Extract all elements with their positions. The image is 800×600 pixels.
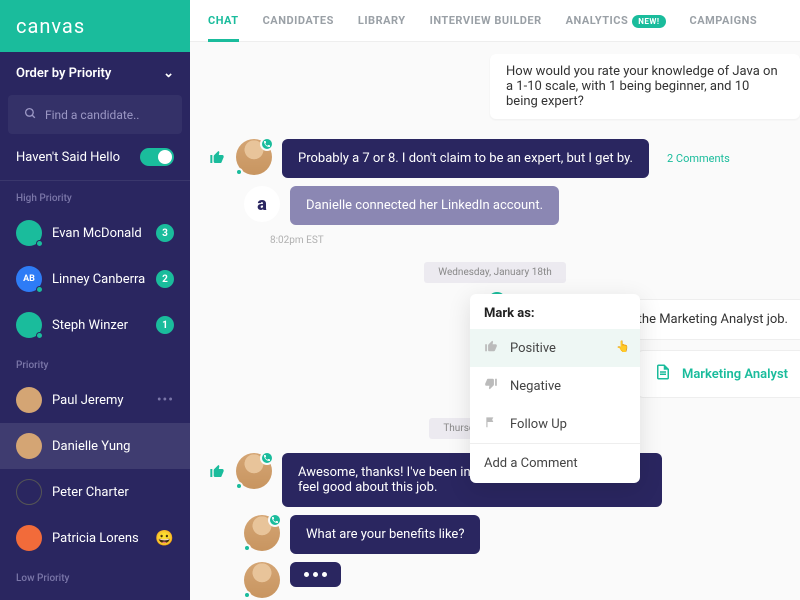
sidebar: canvas Order by Priority ⌄ Haven't Said … bbox=[0, 0, 190, 600]
sidebar-item-danielle[interactable]: Danielle Yung bbox=[0, 423, 190, 469]
phone-icon bbox=[268, 513, 282, 527]
avatar bbox=[244, 562, 280, 598]
hello-toggle[interactable] bbox=[140, 148, 174, 166]
avatar bbox=[16, 220, 42, 246]
message-bubble[interactable]: What are your benefits like? bbox=[290, 515, 480, 554]
tab-chat[interactable]: CHAT bbox=[208, 14, 239, 42]
sidebar-item-peter[interactable]: Peter Charter bbox=[0, 469, 190, 515]
message-row: a Danielle connected her LinkedIn accoun… bbox=[190, 182, 800, 229]
search-input[interactable] bbox=[45, 108, 166, 122]
tab-campaigns[interactable]: CAMPAIGNS bbox=[690, 14, 758, 41]
candidate-name: Steph Winzer bbox=[52, 318, 146, 333]
attachment-name: Marketing Analyst bbox=[682, 367, 788, 382]
search-icon bbox=[24, 105, 37, 124]
sidebar-item-evan[interactable]: Evan McDonald 3 bbox=[0, 210, 190, 256]
tab-library[interactable]: LIBRARY bbox=[358, 14, 406, 41]
candidate-name: Linney Canberra bbox=[52, 272, 146, 287]
section-high: High Priority bbox=[0, 181, 190, 210]
candidate-name: Patricia Lorens bbox=[52, 531, 145, 546]
message-row: Probably a 7 or 8. I don't claim to be a… bbox=[190, 135, 800, 182]
order-label: Order by Priority bbox=[16, 66, 111, 81]
typing-row bbox=[190, 558, 800, 600]
emoji-icon: 😀 bbox=[155, 529, 174, 547]
system-question: How would you rate your knowledge of Jav… bbox=[490, 54, 800, 119]
avatar bbox=[16, 387, 42, 413]
section-mid: Priority bbox=[0, 348, 190, 377]
avatar bbox=[236, 453, 272, 489]
typing-indicator bbox=[290, 562, 341, 587]
phone-icon bbox=[260, 451, 274, 465]
brand-logo: canvas bbox=[0, 0, 190, 52]
avatar bbox=[16, 433, 42, 459]
count-badge: 2 bbox=[156, 270, 174, 288]
tab-candidates[interactable]: CANDIDATES bbox=[263, 14, 334, 41]
avatar bbox=[16, 525, 42, 551]
tab-analytics[interactable]: ANALYTICSNEW! bbox=[566, 14, 666, 41]
cursor-icon: 👆 bbox=[616, 340, 630, 353]
timestamp: 8:02pm EST bbox=[270, 235, 800, 246]
search-input-wrap[interactable] bbox=[8, 95, 182, 134]
chat-pane: How would you rate your knowledge of Jav… bbox=[190, 42, 800, 600]
sidebar-item-paul[interactable]: Paul Jeremy ••• bbox=[0, 377, 190, 423]
day-divider: Wednesday, January 18th bbox=[190, 260, 800, 279]
avatar bbox=[244, 515, 280, 551]
thumbs-up-icon[interactable] bbox=[208, 463, 226, 479]
avatar bbox=[16, 312, 42, 338]
mark-positive[interactable]: Positive 👆 bbox=[470, 329, 640, 367]
popup-label: Negative bbox=[510, 379, 561, 394]
avatar bbox=[236, 139, 272, 175]
flag-icon bbox=[484, 415, 500, 433]
section-low: Low Priority bbox=[0, 561, 190, 590]
nav-tabs: CHAT CANDIDATES LIBRARY INTERVIEW BUILDE… bbox=[190, 0, 800, 42]
candidate-name: Peter Charter bbox=[52, 485, 174, 500]
message-row: What are your benefits like? bbox=[190, 511, 800, 558]
new-pill: NEW! bbox=[632, 15, 665, 28]
popup-title: Mark as: bbox=[470, 294, 640, 329]
popup-label: Positive bbox=[510, 341, 556, 356]
sidebar-item-linney[interactable]: AB Linney Canberra 2 bbox=[0, 256, 190, 302]
thumbs-up-icon[interactable] bbox=[208, 149, 226, 165]
popup-label: Follow Up bbox=[510, 417, 567, 432]
thumbs-up-icon bbox=[484, 339, 500, 357]
add-comment[interactable]: Add a Comment bbox=[470, 444, 640, 483]
sidebar-item-patricia[interactable]: Patricia Lorens 😀 bbox=[0, 515, 190, 561]
chevron-down-icon: ⌄ bbox=[163, 66, 174, 81]
sidebar-item-yi[interactable]: AB Yi Lee 😀 bbox=[0, 590, 190, 600]
message-bubble[interactable]: Probably a 7 or 8. I don't claim to be a… bbox=[282, 139, 649, 178]
comments-link[interactable]: 2 Comments bbox=[667, 152, 730, 165]
candidate-name: Evan McDonald bbox=[52, 226, 146, 241]
count-badge: 3 bbox=[156, 224, 174, 242]
linkedin-icon: a bbox=[244, 186, 280, 222]
mark-negative[interactable]: Negative bbox=[470, 367, 640, 405]
avatar bbox=[16, 479, 42, 505]
order-dropdown[interactable]: Order by Priority ⌄ bbox=[0, 52, 190, 95]
candidate-name: Paul Jeremy bbox=[52, 393, 147, 408]
system-bubble: Danielle connected her LinkedIn account. bbox=[290, 186, 559, 225]
toggle-row: Haven't Said Hello bbox=[0, 134, 190, 181]
avatar: AB bbox=[16, 266, 42, 292]
dots-icon: ••• bbox=[157, 392, 174, 408]
thumbs-down-icon bbox=[484, 377, 500, 395]
attachment-card[interactable]: Marketing Analyst bbox=[637, 350, 800, 398]
document-icon bbox=[654, 363, 672, 385]
phone-icon bbox=[260, 137, 274, 151]
main-panel: CHAT CANDIDATES LIBRARY INTERVIEW BUILDE… bbox=[190, 0, 800, 600]
candidate-name: Danielle Yung bbox=[52, 439, 174, 454]
sidebar-item-steph[interactable]: Steph Winzer 1 bbox=[0, 302, 190, 348]
count-badge: 1 bbox=[156, 316, 174, 334]
toggle-label: Haven't Said Hello bbox=[16, 150, 120, 165]
mark-as-popup: Mark as: Positive 👆 Negative Follow Up A… bbox=[470, 294, 640, 483]
mark-followup[interactable]: Follow Up bbox=[470, 405, 640, 443]
tab-interview-builder[interactable]: INTERVIEW BUILDER bbox=[430, 14, 542, 41]
